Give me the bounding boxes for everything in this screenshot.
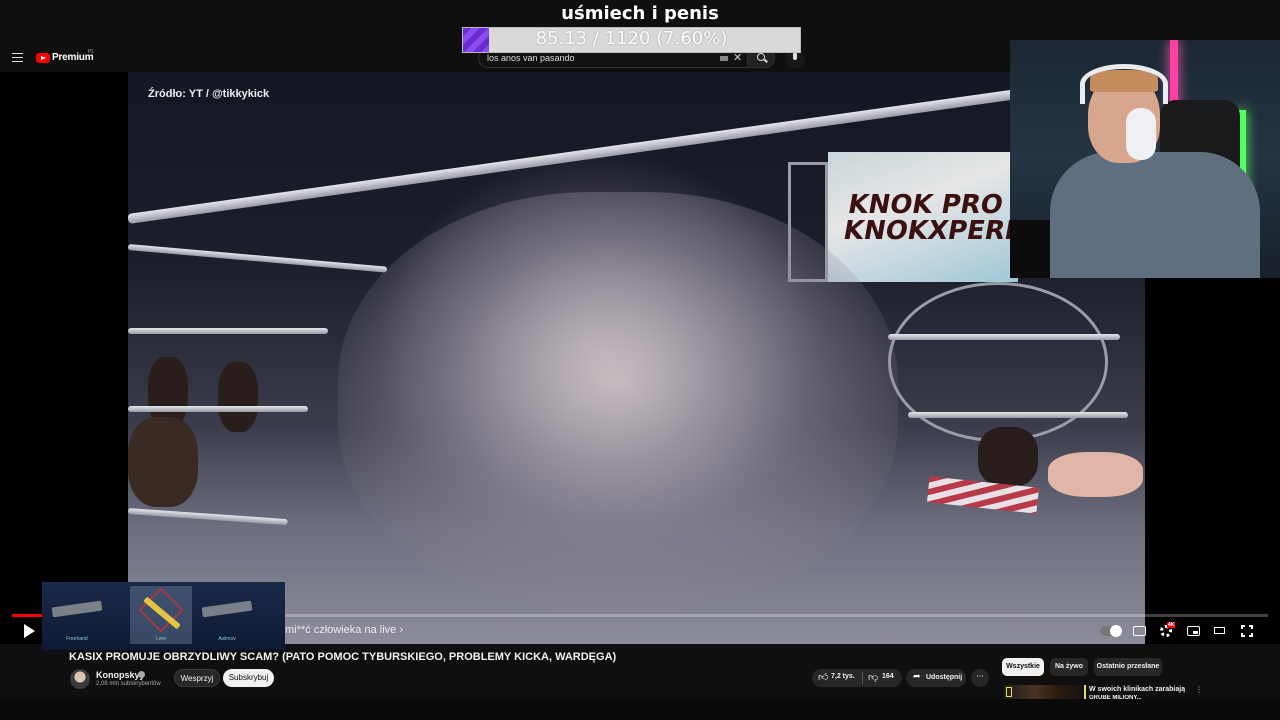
miniplayer-icon[interactable] [1187,626,1200,636]
recommended-menu-icon[interactable]: ⋮ [1195,685,1203,694]
ring-rope [128,406,308,412]
spectator [218,362,258,432]
chip-all[interactable]: Wszystkie [1002,658,1044,676]
clear-search-icon[interactable]: ✕ [733,52,742,64]
skin-card-selected: Lore [130,586,192,644]
region-label: PL [88,49,95,55]
video-frame[interactable]: KNOK PRO KNOKXPERIENC [128,72,1145,644]
skin-name: Asiimov [218,636,236,642]
event-banner: KNOK PRO KNOKXPERIENC [828,152,1076,282]
hamburger-menu-icon[interactable] [12,53,23,62]
thumbs-up-icon[interactable]: 👍︎ [818,672,828,684]
ring-rope [888,334,1120,340]
keyboard-icon[interactable] [720,56,728,61]
quality-badge: 4K [1167,622,1176,628]
channel-avatar[interactable] [70,669,90,689]
like-dislike-group: 👍︎ 7,2 tys. 👎︎ 164 [812,669,902,687]
chip-recent[interactable]: Ostatnio przesłane [1094,658,1162,676]
chip-live[interactable]: Na żywo [1050,658,1088,676]
wrestler-right [1048,452,1143,497]
video-title: KASIX PROMUJE OBRZYDLIWY SCAM? (PATO POM… [69,651,617,663]
subscriber-count: 2,08 mln subskrybentów [96,681,161,687]
subtitles-icon[interactable] [1133,626,1146,636]
chapter-title[interactable]: mi**ć człowieka na live › [285,624,403,636]
headset-icon [1080,64,1168,104]
streamer-body [1050,152,1260,278]
search-input-value: los anos van pasando [487,53,575,63]
theater-mode-icon[interactable] [1214,627,1225,634]
thumbnail-marker [1006,687,1012,697]
skin-card: Freehand [46,586,108,644]
rifle-icon [51,600,103,618]
ring-rope [128,508,288,526]
donation-goal-bar: 85.13 / 1120 (7.60%) [462,27,801,53]
skin-card: Asiimov [196,586,258,644]
streamer-webcam [1010,40,1280,278]
fullscreen-icon[interactable] [1240,624,1254,638]
skin-name: Freehand [66,636,88,642]
more-actions-button[interactable]: ··· [971,669,989,687]
bottom-strip [0,699,1280,720]
play-icon[interactable] [24,624,35,638]
join-button[interactable]: Wesprzyj [174,669,220,687]
recommended-title[interactable]: W swoich klinikach zarabiają [1089,685,1189,694]
wrestler-left [128,417,198,507]
ring-rope [908,412,1128,418]
subscribe-button[interactable]: Subskrybuj [223,669,274,687]
stream-overlay-title: uśmiech i penis [0,0,1280,28]
dislike-count[interactable]: 164 [882,673,894,680]
headset-earcup [1126,108,1156,160]
donation-goal-text: 85.13 / 1120 (7.60%) [535,28,728,49]
ring-rope [128,328,328,334]
autoplay-toggle[interactable] [1100,625,1122,637]
thumbs-down-icon[interactable]: 👎︎ [868,672,878,684]
divider [862,672,863,684]
like-count[interactable]: 7,2 tys. [831,673,855,680]
screen: uśmiech i penis 85.13 / 1120 (7.60%) Pre… [0,0,1280,720]
youtube-logo-icon[interactable] [36,53,50,63]
blurred-region [338,192,898,612]
source-label: Źródło: YT / @tikkykick [148,88,270,100]
skin-name: Lore [155,636,166,642]
video-player[interactable]: KNOK PRO KNOKXPERIENC [0,40,1280,644]
spectator-right [978,427,1038,487]
rifle-icon [201,600,253,618]
verified-badge-icon [138,671,145,678]
ring-rope [128,244,388,273]
share-icon: ➦ [913,672,921,682]
truss-frame-right [888,282,1108,442]
search-icon [757,53,765,61]
progress-played [12,614,44,617]
skins-overlay: Freehand Lore Asiimov [42,582,285,650]
microphone-icon [793,52,797,60]
